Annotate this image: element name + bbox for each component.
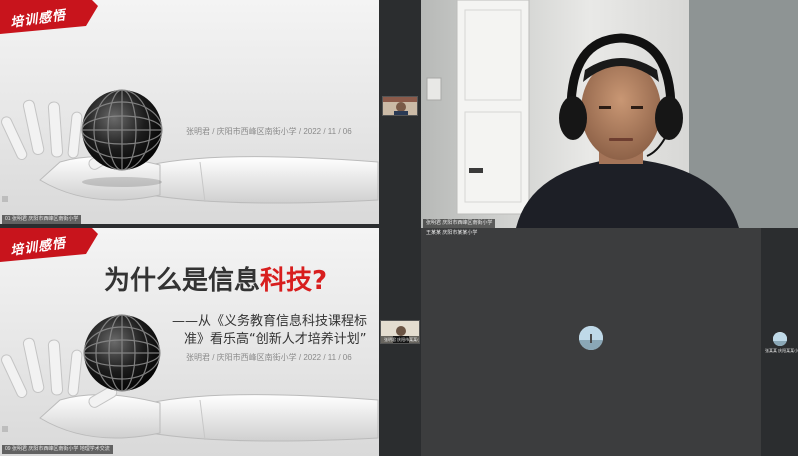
- participant-name-label: 01 张明君 庆阳市西峰区南街小学: [2, 215, 82, 224]
- participant-name-label: 王某某 庆阳市某某小学: [426, 230, 478, 236]
- slide-corner-icon: [2, 196, 8, 202]
- slide-byline: 张明君 / 庆阳市西峰区南街小学 / 2022 / 11 / 06: [186, 353, 352, 362]
- participant-thumbnail-top[interactable]: [382, 96, 418, 116]
- webcam-person-video: [421, 0, 798, 228]
- slide-title: 为什么是信息科技?: [104, 260, 327, 297]
- webcam-video-tile[interactable]: 张明君 庆阳市西峰区南街小学: [421, 0, 798, 228]
- slide-title-highlight: 科技?: [260, 266, 328, 296]
- shared-slide-bottom[interactable]: 培训感悟 为什么是信息科技? ——从《义务教育信息科技课程标 准》看乐高“创新人…: [0, 228, 379, 456]
- person-avatar-icon: [383, 97, 417, 115]
- slide-title-plain: 为什么是信息: [104, 266, 261, 296]
- participant-avatar: [579, 326, 603, 350]
- slide-corner-icon: [2, 426, 8, 432]
- audio-only-tile[interactable]: 王某某 庆阳市某某小学: [421, 228, 761, 456]
- participant-name-label: 张某某 庆阳某某小学: [765, 348, 798, 353]
- shared-slide-top[interactable]: 培训感悟 张明君 / 庆阳市西峰区南街小学 / 2022 / 11 / 06 0…: [0, 0, 379, 224]
- slide-subtitle-line2: 准》看乐高“创新人才培养计划”: [184, 332, 367, 347]
- participant-name-label: 09 张明君 庆阳市西峰区南街小学 地理学术交流: [2, 445, 113, 454]
- slide-byline: 张明君 / 庆阳市西峰区南街小学 / 2022 / 11 / 06: [186, 127, 352, 136]
- participant-name-label: 张明君 庆阳市某某小学: [381, 336, 419, 343]
- slide-subtitle-line1: ——从《义务教育信息科技课程标: [172, 314, 368, 329]
- participant-thumbnail-right[interactable]: 张某某 庆阳某某小学: [762, 228, 798, 456]
- robot-hand-globe-illustration: [1, 89, 379, 204]
- participant-name-label: 张明君 庆阳市西峰区南街小学: [423, 219, 496, 228]
- participant-avatar: [773, 332, 787, 346]
- person-avatar-icon: [773, 333, 787, 346]
- participant-thumbnail-middle[interactable]: 张明君 庆阳市某某小学: [380, 320, 420, 344]
- person-avatar-icon: [579, 326, 603, 350]
